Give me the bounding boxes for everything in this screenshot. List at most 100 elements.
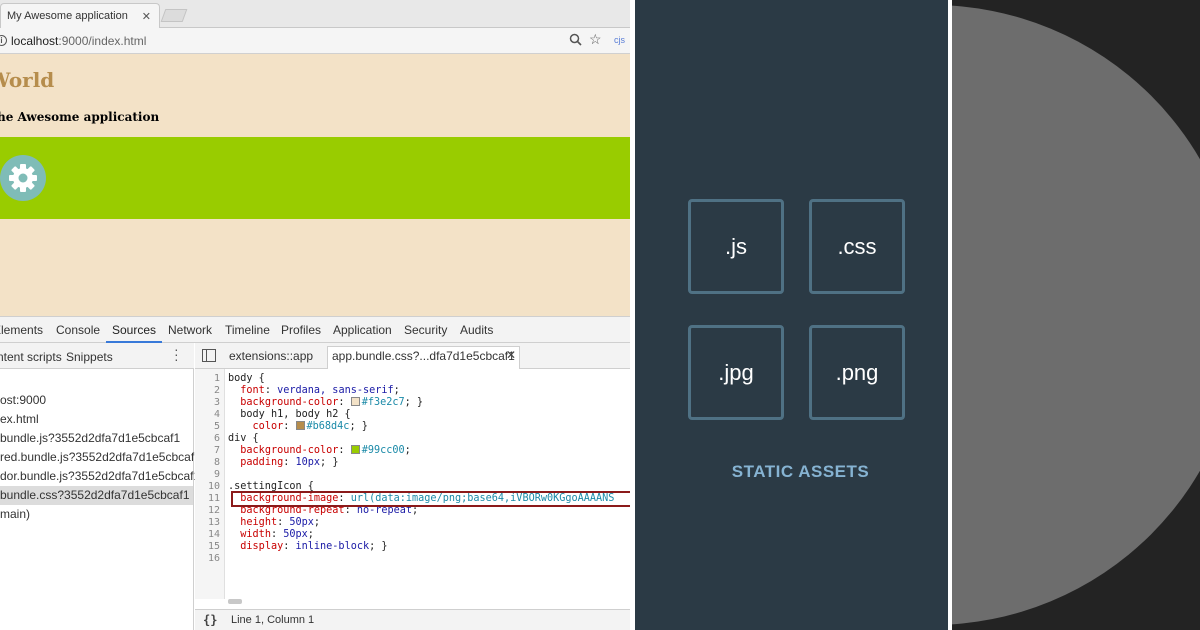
url-host: localhost <box>11 34 59 48</box>
search-icon[interactable] <box>569 33 582 46</box>
line-number: 4 <box>213 409 220 420</box>
line-number: 7 <box>213 445 220 456</box>
tab-close-icon[interactable]: ✕ <box>142 10 151 23</box>
tab-timeline[interactable]: Timeline <box>225 323 270 337</box>
css-property: color <box>252 421 284 432</box>
code-line[interactable]: display: inline-block; } <box>228 541 387 552</box>
assets-title: STATIC ASSETS <box>731 462 870 481</box>
tree-item-bundle-css[interactable]: bundle.css?3552d2dfa7d1e5cbcaf1 <box>0 486 193 505</box>
color-swatch[interactable] <box>350 397 360 406</box>
css-property: background-color <box>240 397 339 408</box>
tree-item-index[interactable]: ex.html <box>0 412 39 426</box>
code-line[interactable]: body { <box>228 373 265 384</box>
browser-tab-title: My Awesome application <box>7 10 128 22</box>
tab-sources[interactable]: Sources <box>112 323 156 337</box>
browser-tab[interactable]: My Awesome application ✕ <box>0 3 160 28</box>
static-assets-panel: .js .css .jpg .png STATIC ASSETS <box>635 0 948 630</box>
line-number: 16 <box>207 553 220 564</box>
css-value: verdana, sans-serif <box>277 385 394 396</box>
asset-js: .js <box>688 199 784 294</box>
browser-window: My Awesome application ✕ i localhost:900… <box>0 0 630 630</box>
pretty-print-icon[interactable]: {} <box>203 613 217 627</box>
composite-image: My Awesome application ✕ i localhost:900… <box>0 0 1200 630</box>
new-tab-button[interactable] <box>160 9 188 22</box>
line-number: 14 <box>207 529 220 540</box>
horizontal-scrollbar[interactable] <box>228 599 242 604</box>
editor-tab-extensions[interactable]: extensions::app <box>229 349 313 363</box>
code-text: div { <box>228 433 259 444</box>
color-swatch[interactable] <box>295 421 305 430</box>
editor-statusbar: {} Line 1, Column 1 <box>195 609 630 630</box>
decorative-panel <box>952 0 1200 630</box>
code-line[interactable]: font: verdana, sans-serif; <box>228 385 400 396</box>
tab-application[interactable]: Application <box>333 323 392 337</box>
code-text: body { <box>228 373 265 384</box>
code-line[interactable]: color: #b68d4c; } <box>228 421 368 432</box>
asset-jpg: .jpg <box>688 325 784 420</box>
tree-item-vendor-bundle-js[interactable]: dor.bundle.js?3552d2dfa7d1e5cbcaf1 <box>0 469 200 483</box>
line-number: 2 <box>213 385 220 396</box>
tab-snippets[interactable]: Snippets <box>66 350 113 364</box>
tab-console[interactable]: Console <box>56 323 100 337</box>
line-number: 3 <box>213 397 220 408</box>
tab-security[interactable]: Security <box>404 323 447 337</box>
highlight-box <box>231 491 630 507</box>
line-number: 9 <box>213 469 220 480</box>
line-number: 1 <box>213 373 220 384</box>
code-editor: extensions::app app.bundle.css?...dfa7d1… <box>195 343 630 630</box>
css-property: height <box>240 517 278 528</box>
code-line[interactable]: width: 50px; <box>228 529 314 540</box>
tree-item-host[interactable]: ost:9000 <box>0 393 46 407</box>
tab-audits[interactable]: Audits <box>460 323 493 337</box>
gear-icon <box>9 164 37 192</box>
tree-item-shared-bundle-js[interactable]: red.bundle.js?3552d2dfa7d1e5cbcaf1 <box>0 450 201 464</box>
code-line[interactable]: background-color: #f3e2c7; } <box>228 397 423 408</box>
line-number: 12 <box>207 505 220 516</box>
code-line[interactable]: background-color: #99cc00; <box>228 445 411 456</box>
info-icon[interactable]: i <box>0 35 7 46</box>
css-property: width <box>240 529 271 540</box>
green-div <box>0 137 630 219</box>
editor-tab-app-css[interactable]: app.bundle.css?...dfa7d1e5cbcaf1 <box>332 349 515 363</box>
cursor-position: Line 1, Column 1 <box>231 614 315 626</box>
css-value: #99cc00 <box>361 445 405 456</box>
line-number: 6 <box>213 433 220 444</box>
address-bar[interactable]: i localhost:9000/index.html ☆ cjs <box>0 28 630 54</box>
extension-icon[interactable]: cjs <box>614 35 625 45</box>
setting-icon[interactable] <box>0 155 46 201</box>
editor-tabbar: extensions::app app.bundle.css?...dfa7d1… <box>195 343 630 369</box>
tab-elements[interactable]: Elements <box>0 323 43 337</box>
bookmark-star-icon[interactable]: ☆ <box>589 31 602 48</box>
css-value: 50px <box>289 517 314 528</box>
tab-profiles[interactable]: Profiles <box>281 323 321 337</box>
css-value: inline-block <box>295 541 370 552</box>
css-value: #f3e2c7 <box>361 397 405 408</box>
more-options-icon[interactable]: · · · <box>174 342 180 366</box>
asset-css: .css <box>809 199 905 294</box>
css-property: background-color <box>240 445 339 456</box>
css-value: #b68d4c <box>306 421 350 432</box>
tree-item-bundle-js[interactable]: bundle.js?3552d2dfa7d1e5cbcaf1 <box>0 431 180 445</box>
code-line[interactable]: height: 50px; <box>228 517 320 528</box>
toggle-navigator-icon[interactable] <box>202 349 216 362</box>
color-swatch[interactable] <box>350 445 360 454</box>
editor-tab-close-icon[interactable]: ✕ <box>506 348 516 362</box>
code-text: body h1, body h2 { <box>240 409 351 420</box>
css-property: padding <box>240 457 284 468</box>
code-line[interactable]: padding: 10px; } <box>228 457 338 468</box>
code-line[interactable]: body h1, body h2 { <box>228 409 351 420</box>
code-line[interactable]: div { <box>228 433 259 444</box>
page-subheading: he Awesome application <box>0 110 160 124</box>
tab-strip: My Awesome application ✕ <box>0 0 630 28</box>
tab-content-scripts[interactable]: ntent scripts <box>0 350 62 364</box>
line-gutter: 1 2 3 4 5 6 7 8 9 10 11 12 13 14 15 16 <box>195 369 225 599</box>
sources-navigator: ntent scripts Snippets · · · ost:9000 ex.h… <box>0 342 201 630</box>
tree-item-main[interactable]: main) <box>0 507 30 521</box>
css-value: 50px <box>283 529 308 540</box>
line-number: 5 <box>213 421 220 432</box>
page-heading: World <box>0 68 55 92</box>
line-number: 15 <box>207 541 220 552</box>
line-number: 13 <box>207 517 220 528</box>
tab-network[interactable]: Network <box>168 323 212 337</box>
url-text[interactable]: localhost:9000/index.html <box>11 34 146 48</box>
